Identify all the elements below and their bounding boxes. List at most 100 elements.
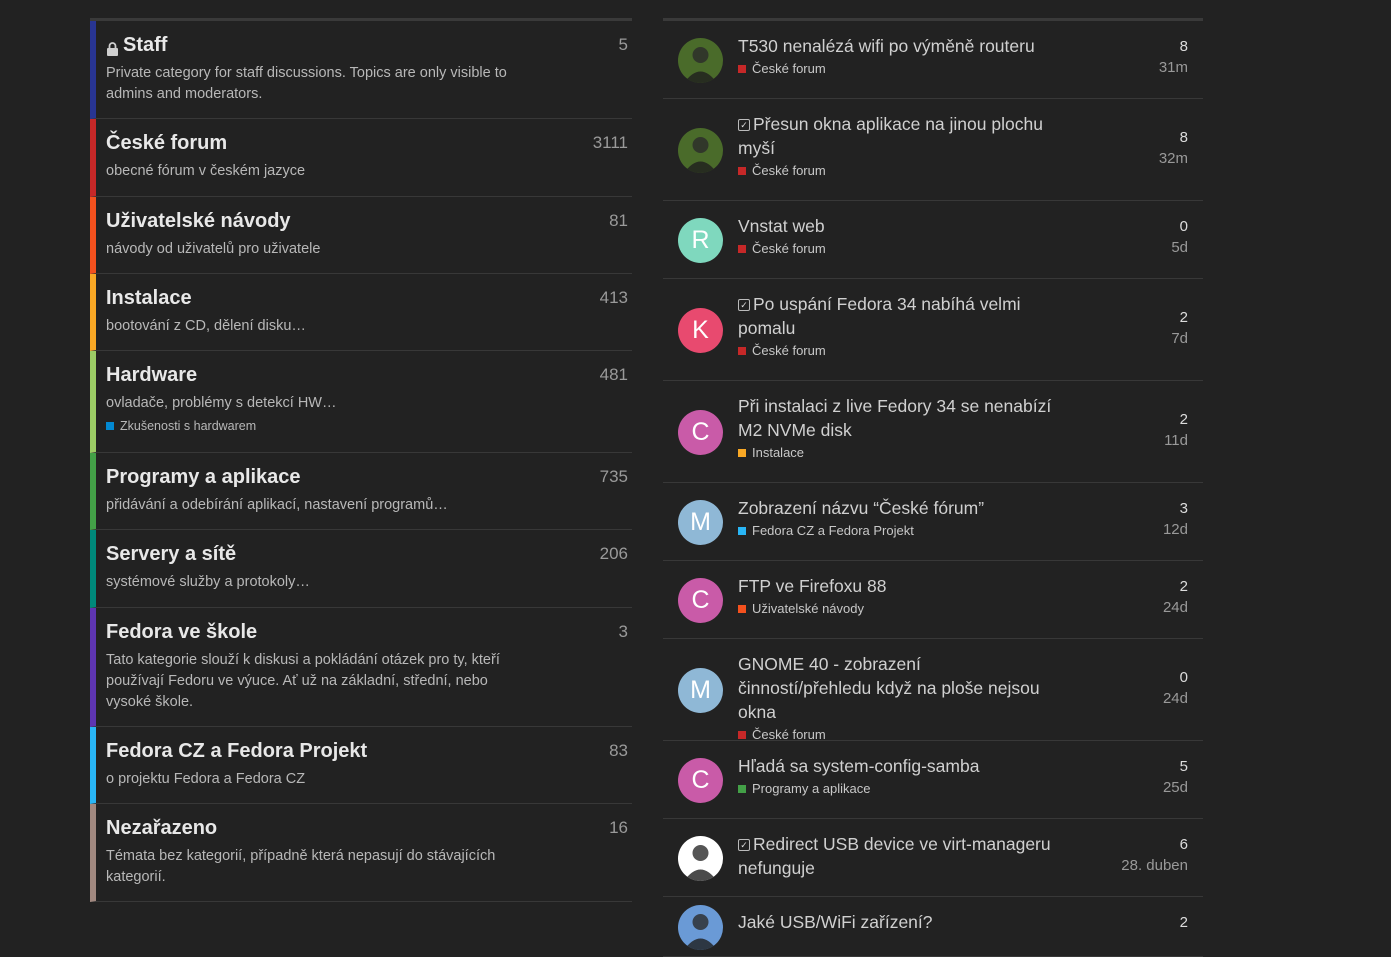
activity-time[interactable]: 24d: [1163, 599, 1188, 616]
category-description: Private category for staff discussions. …: [106, 65, 507, 102]
topic-row[interactable]: C Hľadá sa system-config-samba Programy a …: [663, 741, 1203, 819]
category-name[interactable]: Fedora ve škole: [106, 620, 620, 644]
category-color-square: [738, 346, 746, 355]
category-name[interactable]: Programy a aplikace: [106, 465, 620, 489]
category-row[interactable]: Programy a aplikace přidávání a odebírání…: [90, 453, 632, 530]
category-name[interactable]: Hardware: [106, 363, 620, 387]
topic-meta: 2 11d: [1164, 411, 1188, 449]
topic-title-link[interactable]: T530 nenalézá wifi po výměně routeru: [738, 34, 1058, 58]
topic-title-link[interactable]: ✓ Přesun okna aplikace na jinou plochu my…: [738, 112, 1058, 160]
category-name-text: Fedora ve škole: [106, 621, 258, 643]
category-name[interactable]: Nezařazeno: [106, 816, 620, 840]
topic-title-link[interactable]: GNOME 40 - zobrazení činností/přehledu k…: [738, 652, 1058, 724]
topic-category-badge[interactable]: Instalace: [738, 445, 1188, 460]
activity-time[interactable]: 7d: [1171, 330, 1188, 347]
avatar[interactable]: M: [678, 667, 723, 713]
category-description: systémové služby a protokoly…: [106, 574, 310, 590]
activity-time[interactable]: 12d: [1163, 521, 1188, 538]
category-row[interactable]: Hardware ovladače, problémy s detekcí HW……: [90, 351, 632, 453]
topic-row[interactable]: R Vnstat web České forum 0 5d: [663, 201, 1203, 279]
topic-category-badge[interactable]: České forum: [738, 61, 1188, 76]
activity-time[interactable]: 11d: [1164, 432, 1188, 449]
category-description: ovladače, problémy s detekcí HW…: [106, 395, 337, 411]
topic-title-link[interactable]: FTP ve Firefoxu 88: [738, 574, 1058, 598]
category-topic-count: 481: [599, 365, 628, 384]
topic-category-badge[interactable]: České forum: [738, 727, 1188, 742]
avatar[interactable]: [678, 37, 723, 83]
topic-row[interactable]: M Zobrazení názvu “České fórum” Fedora CZ …: [663, 483, 1203, 561]
category-name[interactable]: Fedora CZ a Fedora Projekt: [106, 739, 620, 763]
topic-title-link[interactable]: Při instalaci z live Fedory 34 se nenabí…: [738, 394, 1058, 442]
topic-row[interactable]: K ✓ Po uspání Fedora 34 nabíhá velmi pomal…: [663, 279, 1203, 381]
topic-title-link[interactable]: Zobrazení názvu “České fórum”: [738, 496, 1058, 520]
topic-category-name: České forum: [752, 61, 826, 76]
reply-count: 2: [1179, 411, 1188, 428]
category-name[interactable]: České forum: [106, 131, 620, 155]
user-photo-icon: [684, 844, 717, 881]
topic-category-badge[interactable]: Uživatelské návody: [738, 601, 1188, 616]
reply-count: 2: [1179, 309, 1188, 326]
topic-title-link[interactable]: Hľadá sa system-config-samba: [738, 754, 1058, 778]
avatar[interactable]: [678, 904, 723, 950]
category-topic-count: 16: [609, 818, 628, 837]
topic-row[interactable]: C FTP ve Firefoxu 88 Uživatelské návody 2 24…: [663, 561, 1203, 639]
category-row[interactable]: České forum obecné fórum v českém jazyce 3…: [90, 119, 632, 197]
topic-title-link[interactable]: Jaké USB/WiFi zařízení?: [738, 910, 1058, 934]
topic-meta: 2 24d: [1163, 578, 1188, 616]
category-color-square: [738, 526, 746, 535]
category-name[interactable]: Servery a sítě: [106, 542, 620, 566]
activity-time[interactable]: 28. duben: [1121, 857, 1188, 874]
topic-row[interactable]: C Při instalaci z live Fedory 34 se nenab…: [663, 381, 1203, 483]
topic-title: Po uspání Fedora 34 nabíhá velmi pomalu: [738, 294, 1021, 338]
topic-category-badge[interactable]: České forum: [738, 163, 1188, 178]
solved-check-icon: ✓: [738, 839, 750, 851]
avatar[interactable]: R: [678, 217, 723, 263]
category-name[interactable]: Instalace: [106, 286, 620, 310]
category-name-text: Programy a aplikace: [106, 466, 301, 488]
activity-time[interactable]: 5d: [1171, 239, 1188, 256]
category-row[interactable]: Instalace bootování z CD, dělení disku… 41…: [90, 274, 632, 351]
topic-meta: 5 25d: [1163, 758, 1188, 796]
category-name[interactable]: Staff: [106, 33, 620, 57]
avatar-letter: C: [691, 417, 710, 446]
avatar[interactable]: C: [678, 409, 723, 455]
topic-category-badge[interactable]: Fedora CZ a Fedora Projekt: [738, 523, 1188, 538]
topic-title-link[interactable]: Vnstat web: [738, 214, 1058, 238]
category-row[interactable]: Staff Private category for staff discussi…: [90, 21, 632, 119]
topic-row[interactable]: ✓ Redirect USB device ve virt-manageru ne…: [663, 819, 1203, 897]
avatar-letter: M: [690, 675, 711, 704]
topic-row[interactable]: M GNOME 40 - zobrazení činností/přehledu …: [663, 639, 1203, 742]
category-description: Témata bez kategorií, případně která nep…: [106, 848, 496, 885]
topic-row[interactable]: ✓ Přesun okna aplikace na jinou plochu my…: [663, 99, 1203, 201]
activity-time[interactable]: 31m: [1159, 59, 1188, 76]
avatar[interactable]: K: [678, 307, 723, 353]
avatar[interactable]: [678, 127, 723, 173]
topic-title-link[interactable]: ✓ Redirect USB device ve virt-manageru ne…: [738, 832, 1058, 880]
topic-category-badge[interactable]: České forum: [738, 343, 1188, 358]
avatar[interactable]: [678, 835, 723, 881]
category-row[interactable]: Fedora ve škole Tato kategorie slouží k d…: [90, 608, 632, 727]
avatar-letter: R: [691, 225, 710, 254]
topic-category-badge[interactable]: Programy a aplikace: [738, 781, 1188, 796]
avatar[interactable]: M: [678, 499, 723, 545]
topic-category-badge[interactable]: České forum: [738, 241, 1188, 256]
topic-row[interactable]: Jaké USB/WiFi zařízení? 2: [663, 897, 1203, 957]
category-row[interactable]: Uživatelské návody návody od uživatelů pr…: [90, 197, 632, 274]
activity-time[interactable]: 32m: [1159, 150, 1188, 167]
avatar[interactable]: C: [678, 577, 723, 623]
topic-title: Přesun okna aplikace na jinou plochu myš…: [738, 114, 1043, 158]
topic-title: Při instalaci z live Fedory 34 se nenabí…: [738, 396, 1052, 440]
topic-meta: 0 24d: [1163, 669, 1188, 707]
category-name[interactable]: Uživatelské návody: [106, 209, 620, 233]
activity-time[interactable]: 24d: [1163, 690, 1188, 707]
category-row[interactable]: Nezařazeno Témata bez kategorií, případně…: [90, 804, 632, 902]
activity-time[interactable]: 25d: [1163, 779, 1188, 796]
topic-title-link[interactable]: ✓ Po uspání Fedora 34 nabíhá velmi pomalu: [738, 292, 1058, 340]
subcategory-label: Zkušenosti s hardwarem: [120, 419, 257, 433]
category-row[interactable]: Servery a sítě systémové služby a protoko…: [90, 530, 632, 608]
category-row[interactable]: Fedora CZ a Fedora Projekt o projektu Fed…: [90, 727, 632, 804]
topic-row[interactable]: T530 nenalézá wifi po výměně routeru Česk…: [663, 21, 1203, 99]
subcategory-link[interactable]: Zkušenosti s hardwarem: [106, 419, 620, 433]
avatar[interactable]: C: [678, 757, 723, 803]
category-description: obecné fórum v českém jazyce: [106, 163, 306, 179]
